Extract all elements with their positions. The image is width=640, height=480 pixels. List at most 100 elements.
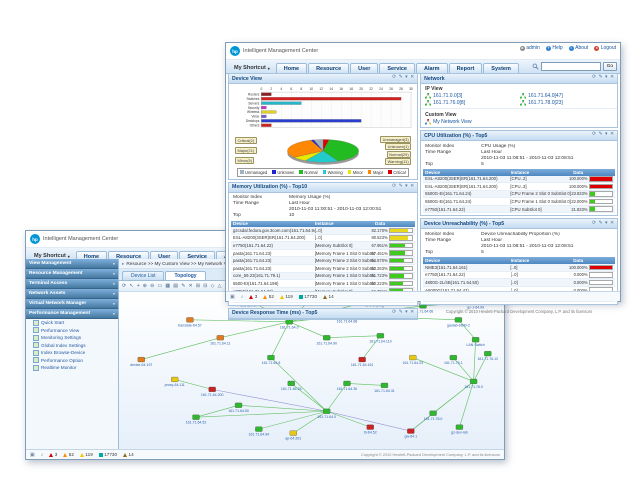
close-icon[interactable]: ✕ (610, 76, 614, 81)
sidebar-section-virtual-network-manager[interactable]: Virtual Network Manager» (26, 299, 118, 309)
alarm-browse-icon[interactable]: ▣ (30, 452, 35, 458)
table-row[interactable]: 5500-EI(161.71.64.198)[Memory Frame 1 Sl… (231, 280, 415, 288)
alarm-count-critical[interactable]: 3 (49, 452, 57, 457)
topology-node[interactable]: 161.71.64.200 (201, 387, 224, 397)
sidebar-section-view-management[interactable]: View Management» (26, 259, 118, 269)
close-icon[interactable]: ✕ (410, 311, 414, 316)
custom-view-link[interactable]: My Network View (425, 119, 613, 125)
ip-view-link[interactable]: 161.71.64.0[47] (520, 93, 613, 99)
close-icon[interactable]: ✕ (610, 133, 614, 138)
topology-node[interactable]: 161.71.76.1 (444, 355, 463, 365)
collapse-icon[interactable]: ▾ (405, 185, 407, 190)
sidebar-section-network-assets[interactable]: Network Assets» (26, 289, 118, 299)
table-row[interactable]: pasta(161.71.64.23)[Memory Frame 2 Slot … (231, 265, 415, 273)
expand-icon[interactable]: ⊞ (196, 283, 200, 289)
topology-node[interactable]: 161.71.64.11 (210, 335, 230, 345)
table-row[interactable]: 4800G-2L/4B(161.71.64.50)[..0]0.000% (423, 279, 615, 287)
ip-view-link[interactable]: 161.71.76.0[8] (425, 100, 518, 106)
collapse-icon[interactable]: ▾ (605, 133, 607, 138)
edit-icon[interactable]: ✎ (599, 76, 603, 81)
table-row[interactable]: 5500G-EI(161.71.64.24)[CPU Frame 1 Slot … (423, 198, 615, 206)
topology-node[interactable]: gz-dev-lab (451, 425, 468, 435)
link-admin[interactable]: aadmin (520, 45, 540, 51)
table-row[interactable]: pasta(161.71.64.23)[Memory Frame 1 Slot … (231, 250, 415, 258)
refresh-icon[interactable]: ⟳ (392, 185, 396, 190)
sidebar-item-quick-start[interactable]: Quick Start (26, 319, 118, 327)
diamond-layout-icon[interactable]: ◇ (211, 283, 215, 289)
sidebar-item-realtime-monitor[interactable]: Realtime Monitor (26, 364, 118, 372)
topology-node[interactable]: 161.71.64.119 (369, 333, 391, 343)
edit-icon[interactable]: ✎ (399, 185, 403, 190)
topology-node[interactable]: 161.71.64.94 (248, 427, 269, 437)
edit-icon[interactable]: ✎ (599, 222, 603, 227)
topology-node[interactable]: 161.71.64.52 (186, 415, 207, 425)
delete-icon[interactable]: ✕ (189, 283, 193, 289)
tab-topology[interactable]: Topology (165, 271, 205, 280)
topology-node[interactable]: 161.71.64.8 (262, 355, 281, 365)
table-row[interactable]: NME3(161.71.64.161)[..0]100.000% (423, 264, 615, 272)
edit-icon[interactable]: ✎ (599, 133, 603, 138)
sidebar-item-performance-option[interactable]: Performance Option (26, 357, 118, 365)
search-input[interactable] (541, 62, 601, 71)
collapse-icon[interactable]: ⊟ (203, 283, 207, 289)
ip-view-link[interactable]: 161.71.78.0[23] (520, 100, 613, 106)
sidebar-item-global-index-settings[interactable]: Global Index Settings (26, 342, 118, 350)
refresh-icon[interactable]: ⟳ (592, 76, 596, 81)
refresh-icon[interactable]: ⟳ (392, 76, 396, 81)
collapse-icon[interactable]: ▾ (405, 311, 407, 316)
link-about[interactable]: iAbout (569, 45, 589, 51)
list-icon[interactable]: ▤ (173, 283, 178, 289)
topology-node[interactable]: 161.71.64.161 (351, 357, 374, 367)
tree-layout-icon[interactable]: △ (218, 283, 222, 289)
grid-icon[interactable]: ▦ (165, 283, 170, 289)
close-icon[interactable]: ✕ (610, 222, 614, 227)
table-row[interactable]: ESL-A8200(3SER)ER(161.71.64.200)[..0]80.… (231, 235, 415, 243)
close-icon[interactable]: ✕ (410, 76, 414, 81)
refresh-icon[interactable]: ⟳ (592, 133, 596, 138)
alarm-count-major[interactable]: 52 (263, 294, 274, 299)
topology-node[interactable]: t3-64.52 (364, 425, 377, 435)
topology-node[interactable]: 161.71.76.0 (464, 379, 483, 389)
topology-node[interactable]: device-64.197 (130, 357, 152, 367)
topology-node[interactable]: 161.71.64.50 (228, 403, 249, 413)
table-row[interactable]: pasta(161.71.64.23)[Memory Frame 3 Slot … (231, 257, 415, 265)
topology-node[interactable]: proxy-64.111 (165, 377, 185, 387)
sidebar-section-terminal-access[interactable]: Terminal Access» (26, 279, 118, 289)
link-help[interactable]: ?Help (546, 45, 563, 51)
select-icon[interactable]: ↖ (129, 283, 133, 289)
sidebar-section-performance-management[interactable]: Performance Management» (26, 309, 118, 319)
go-button[interactable]: Go (603, 62, 617, 71)
close-icon[interactable]: ✕ (410, 185, 414, 190)
alarm-count-minor[interactable]: 119 (280, 294, 293, 299)
ip-view-link[interactable]: 161.71.0.0[3] (425, 93, 518, 99)
table-row[interactable]: ESL-A8200(3SER)ER(161.71.64.200)[CPU..3]… (423, 183, 615, 191)
edit-icon[interactable]: ✎ (399, 76, 403, 81)
table-row[interactable]: e7750(161.71.64.22)[CPU SubSlot 0]21.833… (423, 206, 615, 214)
edit-icon[interactable]: ✎ (399, 311, 403, 316)
alarm-sound-icon[interactable]: ♪ (241, 294, 244, 300)
edit-icon[interactable]: ✎ (181, 283, 185, 289)
sidebar-item-performance-view[interactable]: Performance View (26, 327, 118, 335)
table-row[interactable]: core_59.23(161.71.79.1)[Memory Frame 1 S… (231, 273, 415, 281)
topology-node[interactable]: 161.71.76.12 (477, 351, 498, 361)
table-row[interactable]: gzcsdal.fedora.gov.3com.com(161.71.64.94… (231, 227, 415, 235)
table-row[interactable]: e7750(161.71.64.22)[Memory SubSlot 0]67.… (231, 242, 415, 250)
table-row[interactable]: ESL-A8200(3SER)ER(161.71.64.200)[CPU..2]… (423, 176, 615, 184)
topology-node[interactable]: 161.71.78.0 (424, 411, 443, 421)
zoom-in-icon[interactable]: ⊕ (143, 283, 147, 289)
alarm-count-warning[interactable]: 14 (323, 294, 334, 299)
collapse-icon[interactable]: ▾ (405, 76, 407, 81)
move-icon[interactable]: + (137, 283, 140, 289)
alarm-count-critical[interactable]: 3 (249, 294, 257, 299)
refresh-icon[interactable]: ⟳ (392, 311, 396, 316)
refresh-icon[interactable]: ⟳ (122, 283, 126, 289)
alarm-browse-icon[interactable]: ▣ (230, 294, 235, 300)
table-row[interactable]: 5500G-EI(161.71.64.24)[CPU Frame 2 Slot … (423, 191, 615, 199)
alarm-count-major[interactable]: 52 (63, 452, 74, 457)
topology-node[interactable]: 161.71.64.24 (281, 381, 302, 391)
alarm-count-minor[interactable]: 119 (80, 452, 93, 457)
alarm-sound-icon[interactable]: ♪ (41, 452, 44, 458)
marquee-icon[interactable]: ▭ (157, 283, 162, 289)
refresh-icon[interactable]: ⟳ (592, 222, 596, 227)
table-row[interactable]: e7750(161.71.64.22)[..0]0.000% (423, 272, 615, 280)
